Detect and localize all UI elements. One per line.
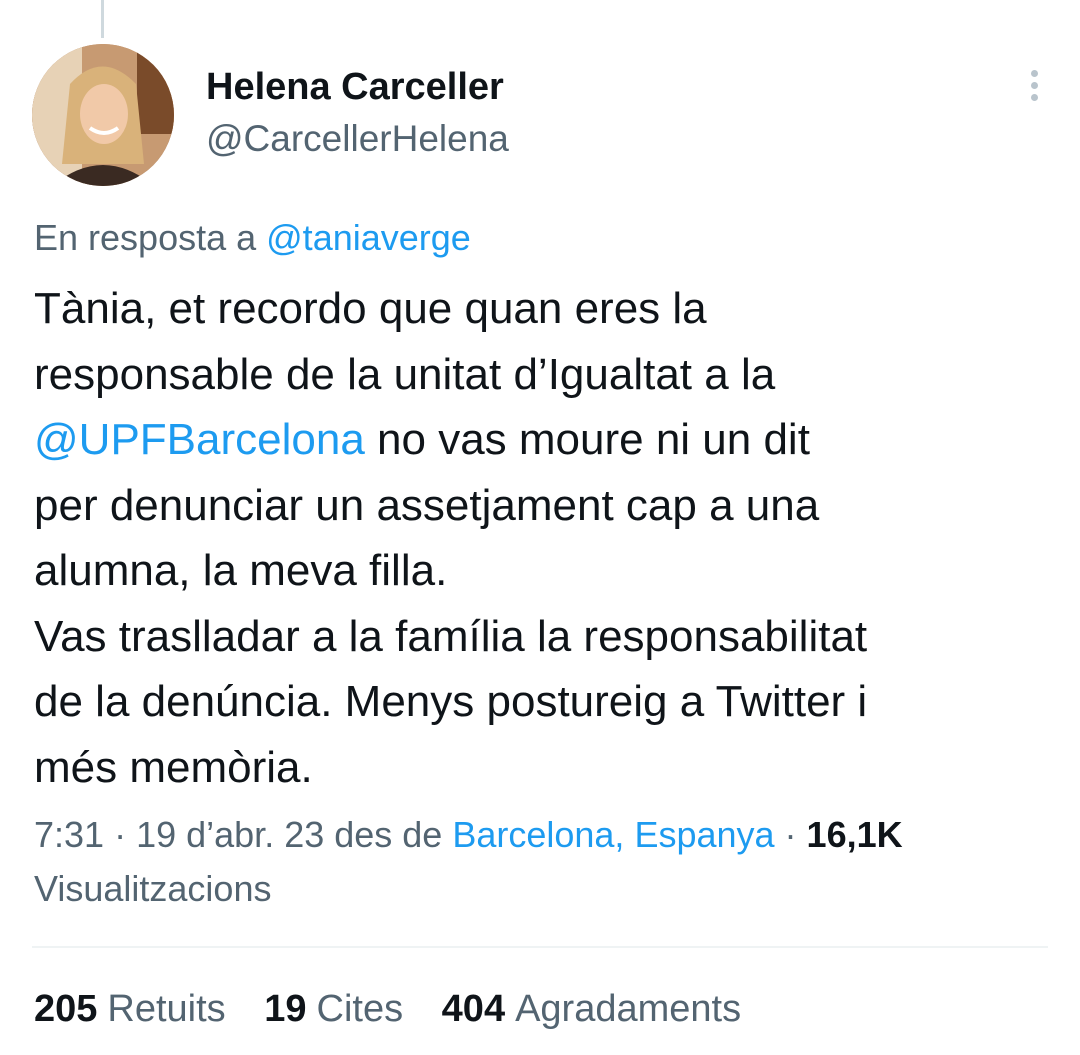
reply-prefix: En resposta a (34, 217, 267, 258)
views-label: Visualitzacions (34, 868, 272, 909)
avatar-image (32, 44, 174, 186)
tweet-line: de la denúncia. Menys postureig a Twitte… (34, 677, 868, 726)
reply-context: En resposta a @taniaverge (34, 216, 471, 260)
quotes-label: Cites (316, 988, 404, 1030)
meta-separator: · (774, 814, 807, 855)
tweet-line: responsable de la unitat d’Igualtat a la (34, 349, 776, 399)
likes-label: Agradaments (515, 988, 742, 1030)
tweet-line-text: no vas moure ni un dit (364, 415, 810, 464)
mention-link[interactable]: @UPFBarcelona (34, 415, 365, 464)
tweet-time[interactable]: 7:31 (34, 814, 104, 855)
tweet-line: Tània, et recordo que quan eres la (34, 284, 707, 333)
quotes-stat[interactable]: 19 Cites (264, 982, 403, 1036)
reply-mention-link[interactable]: @taniaverge (266, 217, 471, 258)
likes-stat[interactable]: 404 Agradaments (442, 982, 741, 1036)
tweet-text: Tània, et recordo que quan eres la respo… (34, 276, 1044, 800)
more-vertical-icon[interactable] (1022, 66, 1046, 108)
author-handle[interactable]: @CarcellerHelena (206, 116, 509, 162)
retweets-count: 205 (34, 988, 98, 1030)
tweet-line: Vas traslladar a la família la responsab… (34, 611, 868, 661)
author-name[interactable]: Helena Carceller (206, 64, 509, 110)
retweets-stat[interactable]: 205 Retuits (34, 982, 226, 1036)
thread-connector-line (101, 0, 104, 38)
retweets-label: Retuits (107, 988, 226, 1030)
location-prefix: des de (324, 814, 453, 855)
more-dot (1030, 70, 1038, 77)
tweet-meta: 7:31 · 19 d’abr. 23 des de Barcelona, Es… (34, 808, 1044, 916)
tweet-line: alumna, la meva filla. (34, 546, 448, 595)
tweet-line: per denunciar un assetjament cap a una (34, 480, 820, 530)
more-dot (1030, 82, 1038, 89)
tweet-line: més memòria. (34, 742, 313, 792)
more-dot (1030, 94, 1038, 101)
tweet-date[interactable]: 19 d’abr. 23 (136, 814, 324, 855)
avatar[interactable] (32, 44, 174, 186)
tweet-line: @UPFBarcelona no vas moure ni un dit (34, 407, 1044, 473)
tweet-stats: 205 Retuits 19 Cites 404 Agradaments (34, 982, 769, 1036)
quotes-count: 19 (264, 988, 307, 1030)
likes-count: 404 (441, 988, 506, 1030)
views-count: 16,1K (806, 814, 903, 855)
divider (32, 946, 1048, 948)
location-link[interactable]: Barcelona, Espanya (452, 814, 774, 855)
tweet-author: Helena Carceller @CarcellerHelena (206, 64, 509, 162)
meta-separator: · (104, 814, 137, 855)
